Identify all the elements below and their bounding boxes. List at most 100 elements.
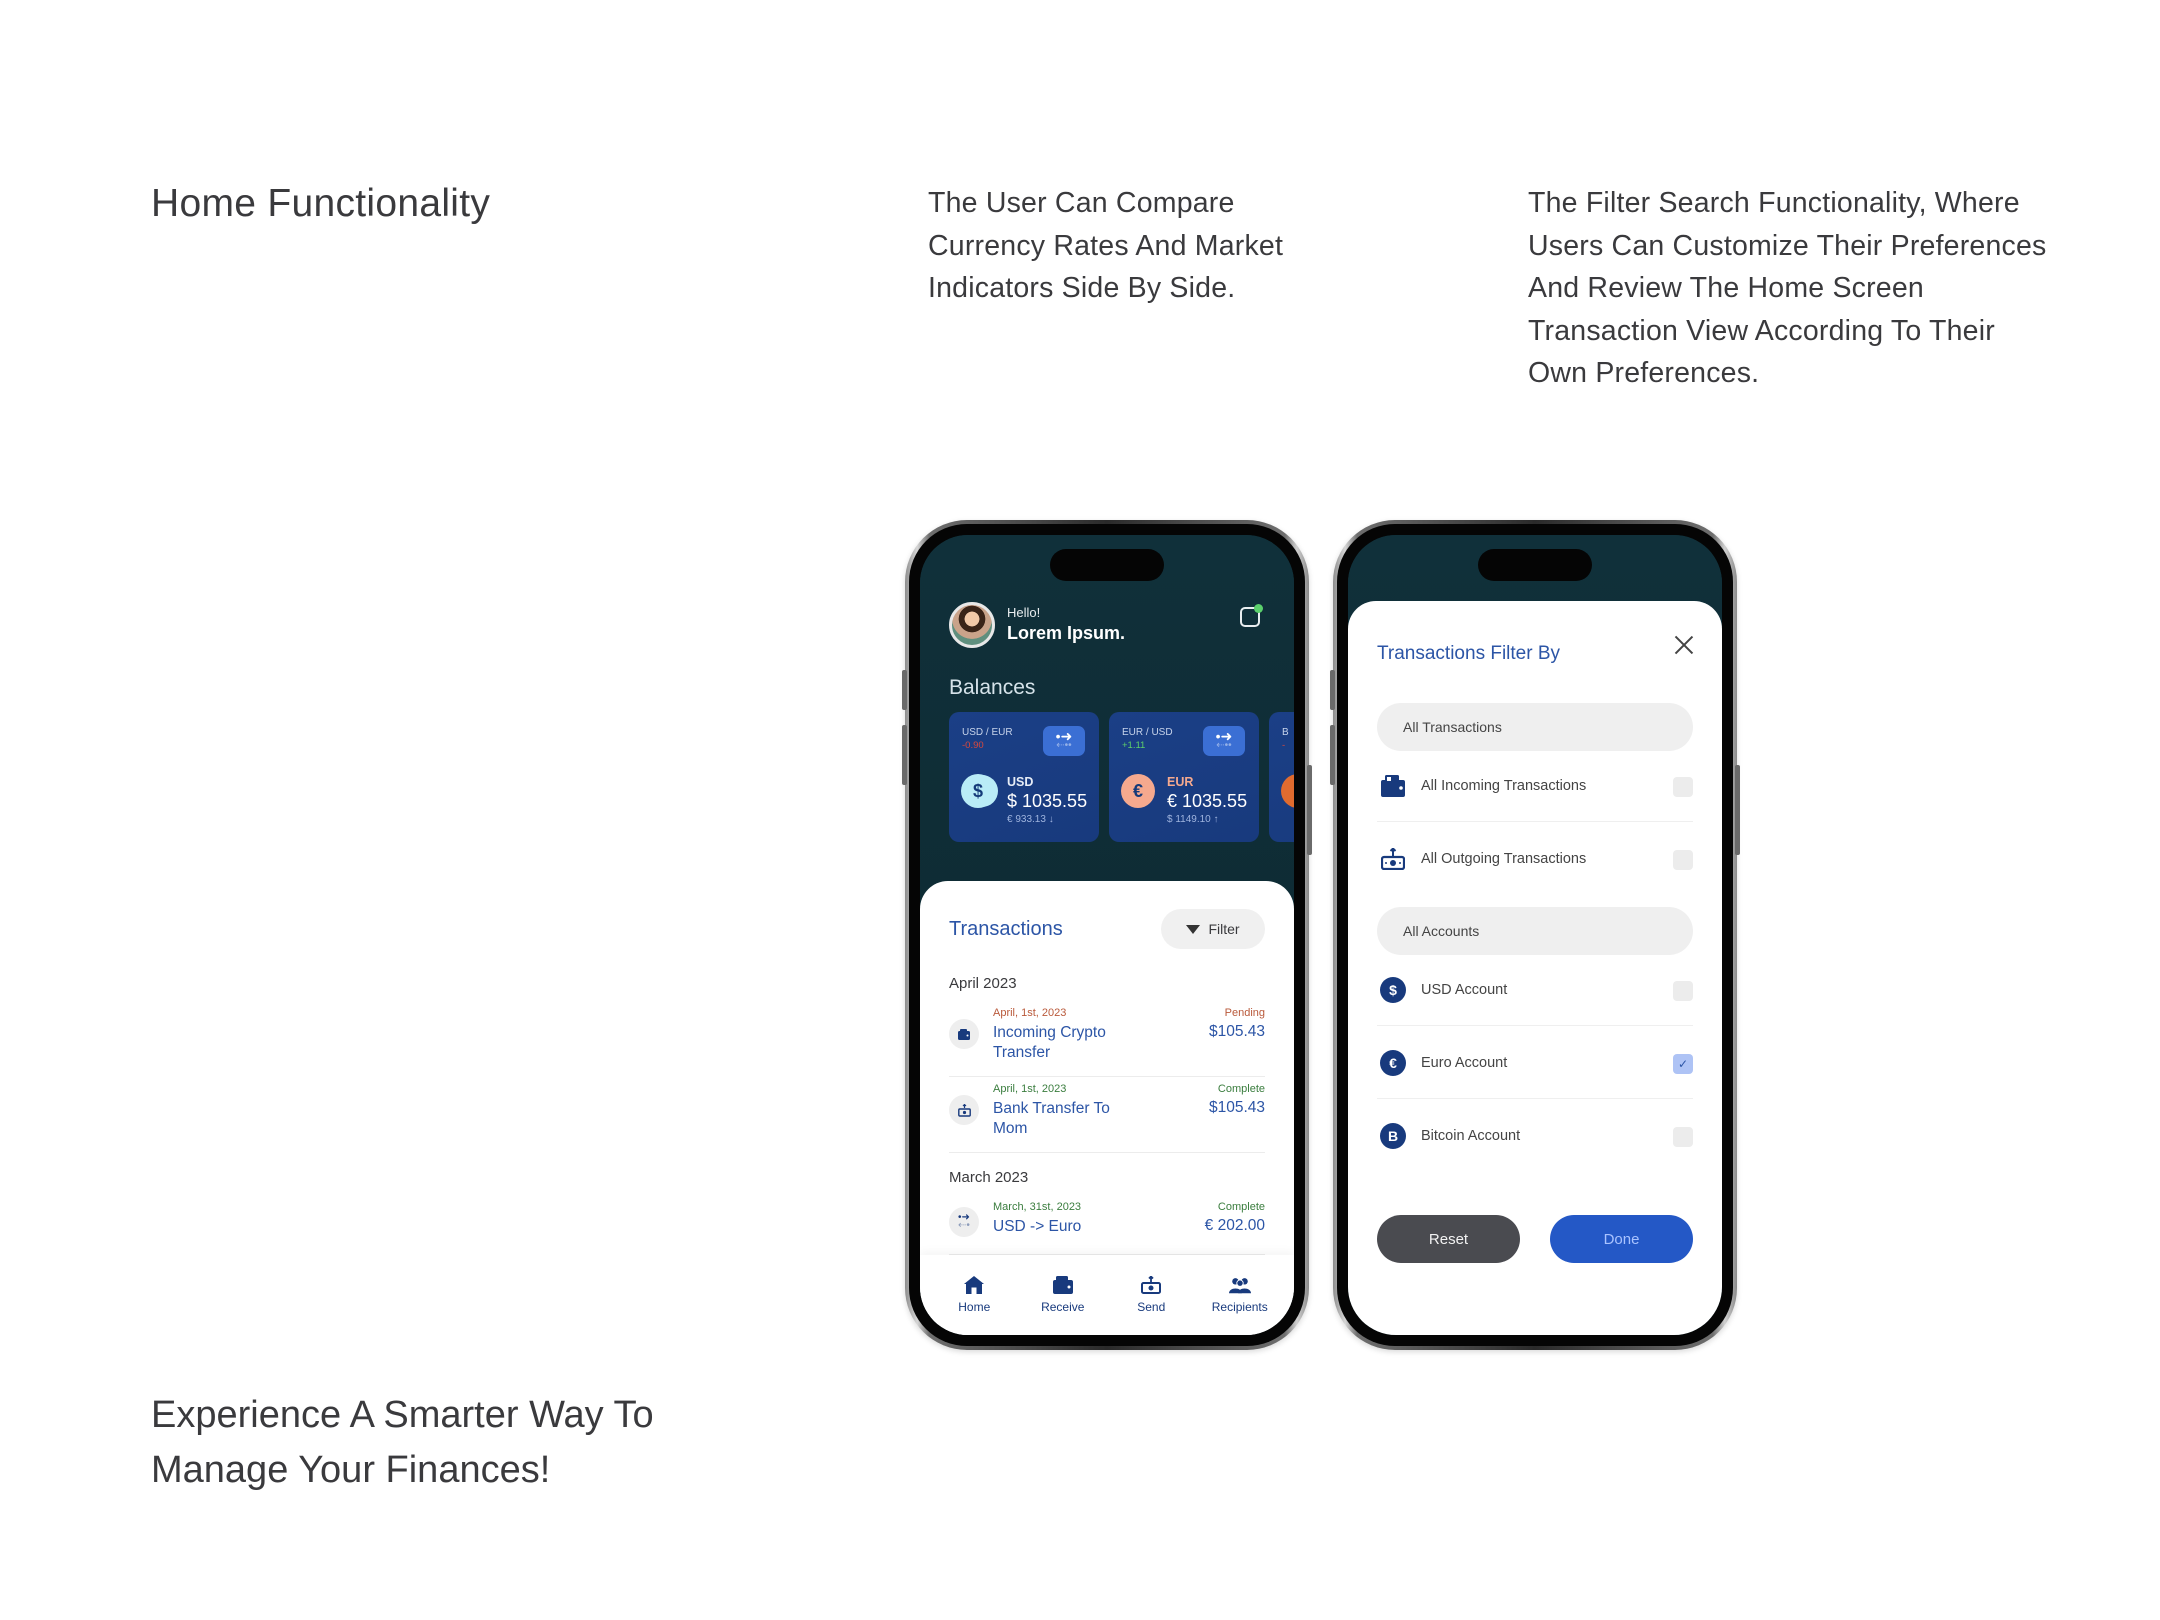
- filter-option[interactable]: $ USD Account: [1377, 953, 1693, 1026]
- transaction-row[interactable]: April, 1st, 2023 Bank Transfer To Mom Co…: [949, 1081, 1265, 1153]
- section-heading: Home Functionality: [151, 182, 491, 225]
- filter-option[interactable]: € Euro Account ✓: [1377, 1026, 1693, 1099]
- tab-send[interactable]: Send: [1116, 1255, 1186, 1335]
- checkmark-icon: ✓: [1677, 1057, 1689, 1071]
- rate-change: +1.11: [1122, 740, 1146, 751]
- transaction-name: USD -> Euro: [993, 1218, 1082, 1235]
- close-icon[interactable]: [1673, 634, 1695, 656]
- filter-section-accounts[interactable]: All Accounts: [1377, 907, 1693, 955]
- currency-pair: USD / EUR: [962, 727, 1013, 738]
- balance-cards-carousel[interactable]: USD / EUR -0.90 •➜ ⇠•• $ USD $ 1035.55 €…: [949, 712, 1294, 842]
- balance-amount: € 1035.55: [1167, 791, 1248, 811]
- avatar[interactable]: [949, 602, 995, 648]
- phone-side-button: [1330, 725, 1335, 785]
- transaction-status: Complete: [1217, 1083, 1265, 1095]
- transaction-name: Bank Transfer To Mom: [993, 1100, 1110, 1137]
- filter-icon: [1186, 924, 1201, 934]
- transaction-date: April, 1st, 2023: [993, 1083, 1067, 1095]
- filter-option-label: Bitcoin Account: [1421, 1128, 1521, 1144]
- transaction-status: Complete: [1217, 1201, 1265, 1213]
- tagline: Experience A Smarter Way To Manage Your …: [151, 1394, 654, 1491]
- filter-option-label: Euro Account: [1421, 1055, 1508, 1071]
- checkbox[interactable]: [1673, 777, 1693, 797]
- filter-modal: Transactions Filter By All Transactions …: [1348, 601, 1722, 1335]
- checkbox[interactable]: [1673, 981, 1693, 1001]
- notification-dot: [1254, 604, 1263, 613]
- phone-side-button: [902, 725, 907, 785]
- swap-arrow-icon: ⇠••: [1216, 740, 1232, 751]
- transaction-amount: $105.43: [1208, 1023, 1265, 1040]
- checkbox-checked[interactable]: ✓: [1673, 1054, 1693, 1074]
- balance-card-btc[interactable]: B -: [1269, 712, 1294, 842]
- swap-button[interactable]: •➜ ⇠••: [1043, 726, 1085, 756]
- tab-recipients[interactable]: Recipients: [1205, 1255, 1275, 1335]
- bitcoin-coin-icon: B: [1380, 1123, 1406, 1149]
- phone-filter-screen: Transactions Filter By All Transactions …: [1330, 520, 1740, 1350]
- euro-coin-icon: €: [1121, 774, 1155, 808]
- dollar-coin-icon: $: [1380, 977, 1406, 1003]
- currency-pair: B: [1282, 727, 1289, 738]
- currency-code: USD: [1007, 775, 1034, 789]
- reset-button[interactable]: Reset: [1377, 1215, 1520, 1263]
- phone-home-screen: Hello! Lorem Ipsum. Balances USD / EUR -…: [902, 520, 1312, 1350]
- filter-modal-title: Transactions Filter By: [1377, 643, 1561, 664]
- phone-side-button: [1735, 765, 1740, 855]
- filter-option-label: All Outgoing Transactions: [1421, 851, 1587, 867]
- exchange-icon: •➜ ⇠•: [949, 1207, 979, 1237]
- transaction-amount: € 202.00: [1204, 1217, 1265, 1234]
- filter-screen: Transactions Filter By All Transactions …: [1348, 535, 1722, 1335]
- rate-change: -: [1282, 740, 1286, 751]
- filter-option-label: All Incoming Transactions: [1421, 778, 1587, 794]
- filter-option-label: USD Account: [1421, 982, 1508, 998]
- tab-label: Recipients: [1211, 1300, 1268, 1314]
- done-button[interactable]: Done: [1550, 1215, 1693, 1263]
- send-money-icon: [1380, 846, 1406, 872]
- filter-button[interactable]: Filter: [1161, 909, 1265, 949]
- swap-button[interactable]: •➜ ⇠••: [1203, 726, 1245, 756]
- checkbox[interactable]: [1673, 1127, 1693, 1147]
- month-header: April 2023: [949, 975, 1017, 992]
- transaction-row[interactable]: April, 1st, 2023 Incoming Crypto Transfe…: [949, 1005, 1265, 1077]
- balance-card-usd[interactable]: USD / EUR -0.90 •➜ ⇠•• $ USD $ 1035.55 €…: [949, 712, 1099, 842]
- filter-description: The Filter Search Functionality, Where U…: [1528, 187, 2047, 389]
- wallet-icon: [1052, 1275, 1074, 1295]
- bottom-tab-bar: Home Receive Send Recipients: [920, 1255, 1294, 1335]
- send-money-icon: [949, 1095, 979, 1125]
- home-screen: Hello! Lorem Ipsum. Balances USD / EUR -…: [920, 535, 1294, 1335]
- transaction-date: April, 1st, 2023: [993, 1007, 1067, 1019]
- transaction-date: March, 31st, 2023: [993, 1201, 1082, 1213]
- tab-label: Send: [1137, 1300, 1166, 1314]
- checkbox[interactable]: [1673, 850, 1693, 870]
- currency-code: EUR: [1167, 775, 1194, 789]
- transaction-status: Pending: [1224, 1007, 1265, 1019]
- send-money-icon: [1140, 1275, 1162, 1295]
- tab-home[interactable]: Home: [939, 1255, 1009, 1335]
- currency-pair: EUR / USD: [1122, 727, 1173, 738]
- transactions-title: Transactions: [949, 918, 1063, 940]
- phone-side-button: [1307, 765, 1312, 855]
- dynamic-island: [1478, 549, 1592, 581]
- filter-option[interactable]: All Outgoing Transactions: [1377, 822, 1693, 895]
- transaction-row[interactable]: •➜ ⇠• March, 31st, 2023 USD -> Euro Compl…: [949, 1199, 1265, 1255]
- filter-section-transactions[interactable]: All Transactions: [1377, 703, 1693, 751]
- transaction-amount: $105.43: [1208, 1099, 1265, 1116]
- tab-label: Receive: [1041, 1300, 1085, 1314]
- month-header: March 2023: [949, 1169, 1029, 1186]
- dollar-coin-icon: $: [961, 774, 995, 808]
- balance-card-eur[interactable]: EUR / USD +1.11 •➜ ⇠•• € EUR € 1035.55 $…: [1109, 712, 1259, 842]
- filter-label: Filter: [1208, 921, 1240, 937]
- wallet-icon: [1380, 773, 1406, 799]
- converted-amount: € 933.13 ↓: [1007, 814, 1054, 825]
- rate-change: -0.90: [962, 740, 984, 751]
- bitcoin-coin-icon: [1281, 774, 1294, 808]
- transaction-name: Incoming Crypto Transfer: [993, 1024, 1106, 1061]
- balances-title: Balances: [949, 676, 1036, 699]
- dynamic-island: [1050, 549, 1164, 581]
- filter-option[interactable]: All Incoming Transactions: [1377, 749, 1693, 822]
- transactions-panel: Transactions Filter April 2023 April, 1s…: [920, 881, 1294, 1335]
- filter-option[interactable]: B Bitcoin Account: [1377, 1099, 1693, 1172]
- tab-receive[interactable]: Receive: [1028, 1255, 1098, 1335]
- swap-arrow-icon: ⇠••: [1056, 740, 1072, 751]
- phone-side-button: [1330, 670, 1335, 710]
- notification-icon[interactable]: [1240, 604, 1263, 627]
